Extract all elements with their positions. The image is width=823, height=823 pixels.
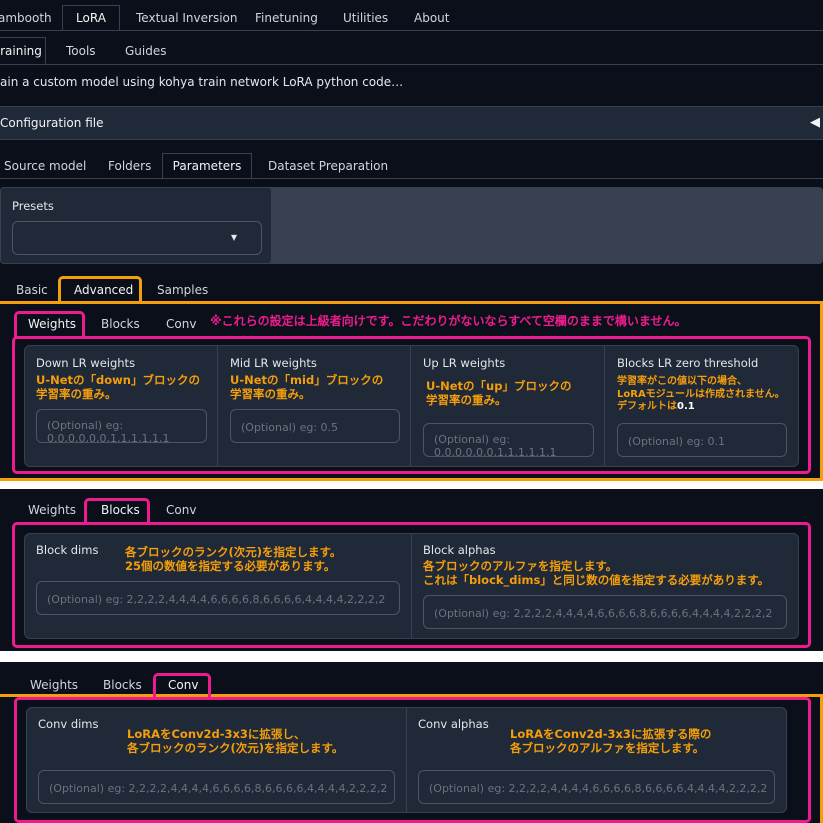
mid-lr-note-line2: 学習率の重み。 [230, 387, 311, 401]
mid-lr-weights-input[interactable]: (Optional) eg: 0.5 [230, 409, 400, 443]
up-lr-placeholder-line2: 0,0,0,0,0,0,1,1,1,1,1,1 [434, 446, 557, 457]
tab-blocks[interactable]: Blocks [103, 678, 142, 692]
up-lr-placeholder-line1: (Optional) eg: [434, 433, 511, 446]
mid-lr-weights-label: Mid LR weights [230, 356, 317, 370]
conv-dims-note-line1: LoRAをConv2d-3x3に拡張し、 [127, 727, 306, 741]
down-lr-note-line1: U-Netの「down」ブロックの [36, 373, 200, 387]
tab-tools[interactable]: Tools [66, 44, 96, 58]
mid-lr-note-line1: U-Netの「mid」ブロックの [230, 373, 384, 387]
tab-lora[interactable]: LoRA [62, 5, 120, 31]
up-lr-note-line2: 学習率の重み。 [426, 393, 507, 407]
tab-source-model[interactable]: Source model [4, 159, 86, 173]
block-alphas-input[interactable]: (Optional) eg: 2,2,2,2,4,4,4,4,6,6,6,6,8… [423, 595, 787, 629]
presets-panel: Presets ▾ [0, 187, 272, 264]
conv-dims-note-line2: 各ブロックのランク(次元)を指定します。 [127, 741, 344, 755]
block-dims-note-line2: 25個の数値を指定する必要があります。 [125, 559, 336, 573]
up-lr-weights-input[interactable]: (Optional) eg: 0,0,0,0,0,0,1,1,1,1,1,1 [423, 423, 594, 457]
tab-conv[interactable]: Conv [166, 317, 196, 331]
zero-threshold-note-line1: 学習率がこの値以下の場合、 [617, 376, 747, 387]
column-divider [217, 346, 218, 466]
section-tabs-divider [0, 178, 823, 179]
blocks-tab-highlight [84, 498, 150, 524]
block-alphas-placeholder: (Optional) eg: 2,2,2,2,4,4,4,4,6,6,6,6,8… [434, 607, 773, 620]
tab-folders[interactable]: Folders [108, 159, 151, 173]
block-dims-placeholder: (Optional) eg: 2,2,2,2,4,4,4,4,6,6,6,6,8… [47, 593, 386, 606]
zero-threshold-placeholder: (Optional) eg: 0.1 [628, 435, 726, 448]
block-dims-note-line1: 各ブロックのランク(次元)を指定します。 [125, 545, 342, 559]
weights-tab-highlight [14, 311, 85, 337]
zero-threshold-note-line3: デフォルトは0.1 [617, 401, 695, 413]
down-lr-placeholder-line2: 0,0,0,0,0,0,1,1,1,1,1,1 [47, 432, 170, 443]
screenshot-separator [0, 481, 823, 489]
tab-basic[interactable]: Basic [16, 283, 48, 297]
conv-alphas-label: Conv alphas [418, 717, 489, 731]
tab-guides[interactable]: Guides [125, 44, 167, 58]
block-alphas-note-line2: これは「block_dims」と同じ数の値を指定する必要があります。 [423, 573, 770, 587]
tab-textual-inversion[interactable]: Textual Inversion [136, 11, 237, 25]
zero-threshold-default-value: 0.1 [677, 401, 695, 412]
blocks-lr-zero-threshold-input[interactable]: (Optional) eg: 0.1 [617, 423, 787, 457]
tab-finetuning[interactable]: Finetuning [255, 11, 318, 25]
screenshot-separator [0, 651, 823, 662]
conv-alphas-note-line2: 各ブロックのアルファを指定します。 [510, 741, 705, 755]
tab-samples[interactable]: Samples [157, 283, 208, 297]
advanced-settings-note: ※これらの設定は上級者向けです。こだわりがないならすべて空欄のままで構いません。 [210, 314, 687, 328]
tab-parameters[interactable]: Parameters [162, 153, 252, 179]
conv-alphas-note-line1: LoRAをConv2d-3x3に拡張する際の [510, 727, 712, 741]
column-divider [411, 534, 412, 638]
top-tabs-divider [0, 30, 823, 31]
tab-weights[interactable]: Weights [28, 503, 76, 517]
down-lr-note-line2: 学習率の重み。 [36, 387, 117, 401]
sub-tabs-divider [0, 64, 823, 65]
block-dims-label: Block dims [36, 543, 99, 557]
zero-threshold-note-line2: LoRAモジュールは作成されません。 [617, 389, 785, 400]
advanced-tab-highlight [58, 276, 142, 304]
conv-tab-highlight [153, 673, 211, 699]
mid-lr-placeholder: (Optional) eg: 0.5 [241, 421, 339, 434]
up-lr-note-line1: U-Netの「up」ブロックの [426, 379, 572, 393]
conv-dims-label: Conv dims [38, 717, 99, 731]
conv-dims-input[interactable]: (Optional) eg: 2,2,2,2,4,4,4,4,6,6,6,6,8… [38, 770, 395, 804]
down-lr-weights-label: Down LR weights [36, 356, 136, 370]
tab-training[interactable]: raining [0, 37, 46, 65]
blocks-lr-zero-threshold-label: Blocks LR zero threshold [617, 356, 759, 370]
column-divider [410, 346, 411, 466]
block-dims-input[interactable]: (Optional) eg: 2,2,2,2,4,4,4,4,6,6,6,6,8… [36, 581, 400, 615]
block-alphas-label: Block alphas [423, 543, 496, 557]
column-divider [604, 346, 605, 466]
down-lr-weights-input[interactable]: (Optional) eg: 0,0,0,0,0,0,1,1,1,1,1,1 [36, 409, 207, 443]
presets-dropdown[interactable]: ▾ [12, 221, 262, 255]
collapse-arrow-icon[interactable]: ◀ [810, 115, 820, 130]
tab-dataset-preparation[interactable]: Dataset Preparation [268, 159, 388, 173]
zero-threshold-note-default: デフォルトは [617, 401, 677, 412]
presets-label: Presets [12, 199, 54, 213]
conv-alphas-placeholder: (Optional) eg: 2,2,2,2,4,4,4,4,6,6,6,6,8… [429, 782, 768, 795]
tab-conv[interactable]: Conv [166, 503, 196, 517]
tab-about[interactable]: About [414, 11, 449, 25]
tab-dreambooth[interactable]: ambooth [0, 11, 52, 25]
tab-weights[interactable]: Weights [30, 678, 78, 692]
conv-alphas-input[interactable]: (Optional) eg: 2,2,2,2,4,4,4,4,6,6,6,6,8… [418, 770, 775, 804]
configuration-file-accordion[interactable]: Configuration file ◀ [0, 106, 823, 140]
page-description: ain a custom model using kohya train net… [0, 75, 404, 89]
column-divider [406, 708, 407, 812]
configuration-file-label: Configuration file [0, 116, 104, 130]
block-alphas-note-line1: 各ブロックのアルファを指定します。 [423, 559, 618, 573]
up-lr-weights-label: Up LR weights [423, 356, 506, 370]
conv-dims-placeholder: (Optional) eg: 2,2,2,2,4,4,4,4,6,6,6,6,8… [49, 782, 388, 795]
chevron-down-icon: ▾ [231, 230, 238, 244]
down-lr-placeholder-line1: (Optional) eg: [47, 419, 124, 432]
tab-utilities[interactable]: Utilities [343, 11, 388, 25]
tab-blocks[interactable]: Blocks [101, 317, 140, 331]
